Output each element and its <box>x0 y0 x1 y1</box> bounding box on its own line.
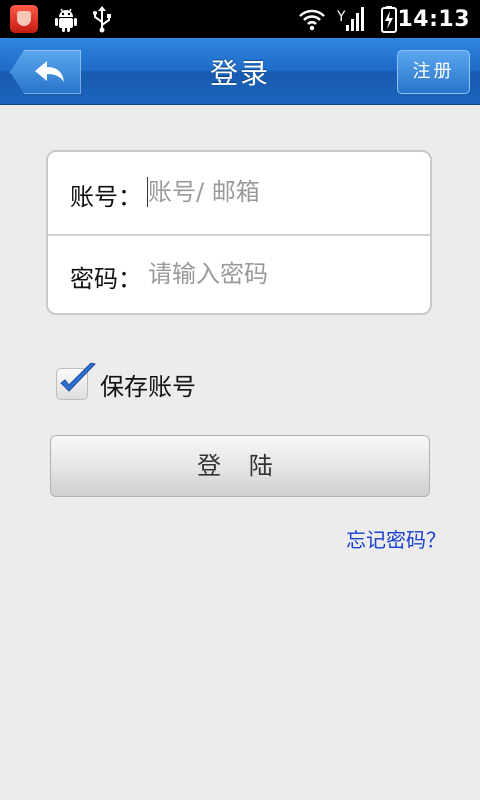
remember-checkbox[interactable] <box>56 362 96 400</box>
checkmark-icon <box>60 362 96 392</box>
title-bar: 登录 注册 <box>0 38 480 105</box>
account-input[interactable] <box>148 177 408 207</box>
account-row: 账号： <box>48 152 430 236</box>
remember-label: 保存账号 <box>100 372 196 401</box>
account-label: 账号： <box>70 183 142 211</box>
android-debug-icon <box>55 8 77 32</box>
remember-account[interactable]: 保存账号 <box>56 362 196 402</box>
app-notification-icon <box>10 5 38 33</box>
clock: 14:13 <box>397 7 470 32</box>
password-label: 密码： <box>70 265 142 293</box>
usb-icon <box>93 6 111 33</box>
forgot-password-link[interactable]: 忘记密码？ <box>346 524 446 553</box>
status-bar: Y 14:13 <box>0 0 480 38</box>
register-button[interactable]: 注册 <box>397 50 470 94</box>
password-row: 密码： <box>48 234 430 316</box>
login-button[interactable]: 登 陆 <box>50 435 430 497</box>
signal-icon: Y <box>337 7 364 31</box>
login-form: 账号： 密码： <box>46 150 432 315</box>
svg-text:Y: Y <box>337 9 346 25</box>
wifi-icon <box>299 9 325 31</box>
password-input[interactable] <box>148 259 408 289</box>
